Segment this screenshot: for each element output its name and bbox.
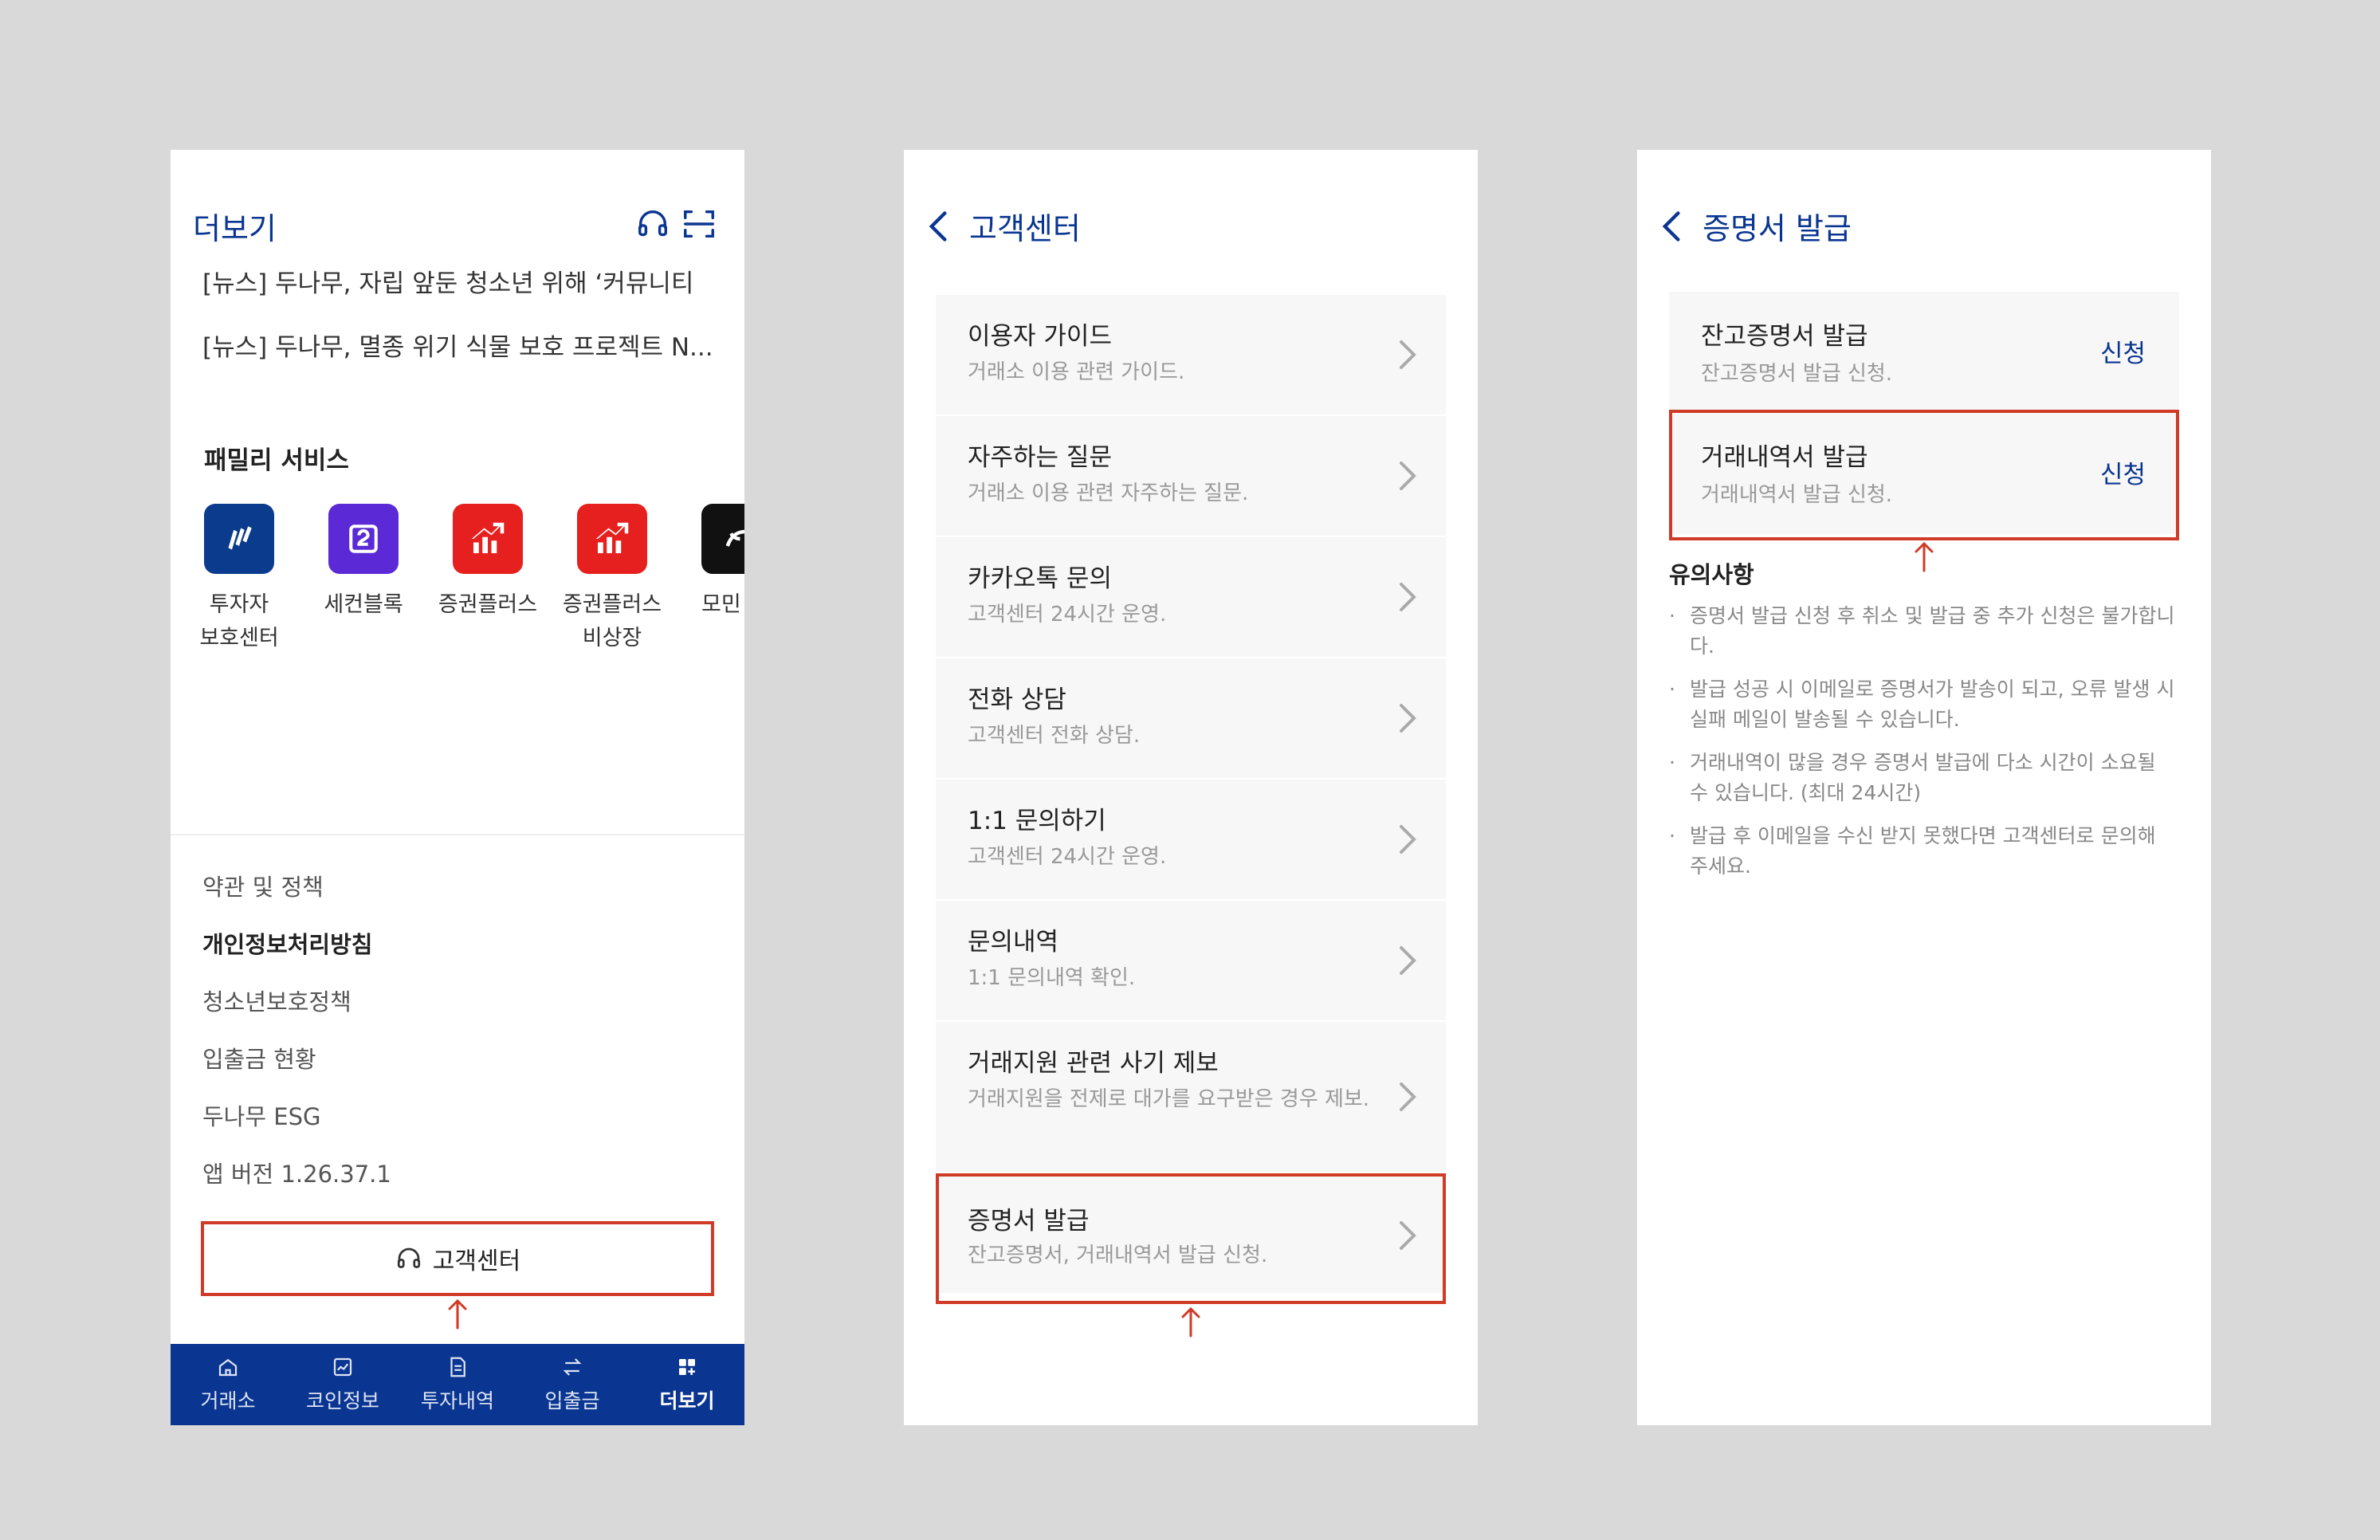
family-item-label: 증권플러스 비상장 [562,592,662,650]
menu-item-kakaotalk[interactable]: 카카오톡 문의 고객센터 24시간 운영. [936,537,1446,657]
family-item-label: 투자자 보호센터 [199,592,279,650]
menu-item-inquiry-history[interactable]: 문의내역 1:1 문의내역 확인. [936,901,1446,1020]
menu-item-title: 자주하는 질문 [968,443,1112,472]
family-item-momin[interactable]: 모민 [681,504,744,622]
certificate-title: 잔고증명서 발급 [1701,322,1868,351]
menu-item-subtitle: 고객센터 전화 상담. [968,724,1141,748]
page-header: 증명서 발급 [1656,204,1852,248]
privacy-policy-link[interactable]: 개인정보처리방침 [202,926,372,960]
investor-protection-logo-icon [204,504,274,574]
headset-icon[interactable] [634,206,671,242]
page-header: 고객센터 [923,204,1081,248]
menu-item-subtitle: 거래소 이용 관련 자주하는 질문. [968,481,1249,505]
chart-icon [333,1357,352,1377]
certificate-screen: 증명서 발급 잔고증명서 발급 잔고증명서 발급 신청. 신청 거래내역서 발급… [1637,150,2211,1425]
family-item-stockplus[interactable]: 증권플러스 [432,504,544,622]
notice-item: · 발급 후 이메일을 수신 받지 못했다면 고객센터로 문의해 주세요. [1669,824,2156,878]
esg-link[interactable]: 두나무 ESG [202,1098,320,1132]
chevron-right-icon [1398,823,1417,855]
notice-item: · 발급 성공 시 이메일로 증명서가 발송이 되고, 오류 발생 시 실패 메일… [1669,678,2175,731]
family-item-label: 모민 [701,592,741,617]
page-title: 증명서 발급 [1703,211,1852,246]
menu-item-fraud-report[interactable]: 거래지원 관련 사기 제보 거래지원을 전제로 대가를 요구받은 경우 제보. [936,1022,1446,1172]
notice-item: · 증명서 발급 신청 후 취소 및 발급 중 추가 신청은 불가합니다. [1669,604,2175,658]
news-item[interactable]: [뉴스] 두나무, 멸종 위기 식물 보호 프로젝트 N... [202,327,729,363]
arrow-up-icon [446,1298,469,1330]
chevron-right-icon [1398,1081,1417,1113]
home-icon [218,1358,238,1377]
nav-label: 입출금 [544,1389,600,1412]
nav-coin-info[interactable]: 코인정보 [285,1344,400,1425]
highlight-box [201,1221,714,1296]
stockplus-unlisted-logo-icon [577,504,647,574]
page-title: 고객센터 [969,211,1081,246]
scan-icon[interactable] [681,206,717,242]
highlight-box [1669,410,2179,540]
menu-item-subtitle: 거래소 이용 관련 가이드. [968,360,1185,384]
nav-label: 더보기 [659,1389,715,1412]
nav-label: 거래소 [200,1389,256,1412]
chevron-right-icon [1398,945,1417,976]
customer-center-screen: 고객센터 이용자 가이드 거래소 이용 관련 가이드. 자주하는 질문 거래소 … [904,150,1478,1425]
certificate-subtitle: 잔고증명서 발급 신청. [1701,362,1893,386]
nav-deposit-withdraw[interactable]: 입출금 [515,1344,630,1425]
back-arrow-icon[interactable] [1656,209,1688,244]
menu-item-title: 거래지원 관련 사기 제보 [968,1049,1219,1078]
document-icon [450,1357,465,1377]
menu-item-subtitle: 고객센터 24시간 운영. [968,603,1167,627]
family-item-label: 증권플러스 [438,592,538,617]
bottom-nav: 거래소 코인정보 투자내역 입출금 더보기 [171,1344,744,1425]
momin-logo-icon [701,504,744,574]
nav-investments[interactable]: 투자내역 [400,1344,515,1425]
nav-more[interactable]: 더보기 [630,1344,744,1425]
page-title: 더보기 [193,211,277,246]
app-version: 앱 버전 1.26.37.1 [202,1161,391,1188]
menu-item-subtitle: 고객센터 24시간 운영. [968,845,1167,869]
menu-item-subtitle: 1:1 문의내역 확인. [968,966,1136,990]
menu-item-subtitle: 거래지원을 전제로 대가를 요구받은 경우 제보. [968,1087,1370,1111]
certificate-balance-row: 잔고증명서 발급 잔고증명서 발급 신청. 신청 [1669,292,2179,413]
back-arrow-icon[interactable] [923,209,955,244]
menu-item-phone[interactable]: 전화 상담 고객센터 전화 상담. [936,658,1446,778]
terms-policy-link[interactable]: 약관 및 정책 [202,869,324,902]
menu-item-title: 카카오톡 문의 [968,564,1112,593]
menu-item-title: 이용자 가이드 [968,322,1112,351]
notice-item: · 거래내역이 많을 경우 증명서 발급에 다소 시간이 소요될 수 있습니다. … [1669,751,2156,804]
arrow-up-icon [1912,540,1936,572]
chevron-right-icon [1398,460,1417,492]
highlight-box [936,1173,1446,1304]
family-item-investor-protection[interactable]: 투자자 보호센터 [183,504,295,655]
notice-title: 유의사항 [1669,561,1754,588]
nav-label: 투자내역 [420,1389,494,1412]
menu-item-one-on-one[interactable]: 1:1 문의하기 고객센터 24시간 운영. [936,780,1446,899]
chevron-right-icon [1398,581,1417,613]
divider [171,834,744,835]
family-item-stockplus-unlisted[interactable]: 증권플러스 비상장 [556,504,668,655]
transfer-icon [563,1358,582,1376]
youth-protection-link[interactable]: 청소년보호정책 [202,984,352,1017]
apply-button[interactable]: 신청 [2100,333,2146,369]
news-item[interactable]: [뉴스] 두나무, 자립 앞둔 청소년 위해 ‘커뮤니티 [202,263,729,299]
nav-label: 코인정보 [305,1389,379,1412]
chevron-right-icon [1398,702,1417,734]
menu-item-title: 문의내역 [968,928,1059,957]
stockplus-logo-icon [453,504,523,574]
family-item-secondblock[interactable]: 세컨블록 [308,504,419,622]
arrow-up-icon [1179,1306,1203,1338]
menu-item-title: 1:1 문의하기 [968,807,1106,835]
more-screen: 더보기 [뉴스] 두나무, 자립 앞둔 청소년 위해 ‘커뮤니티 [뉴스] 두나… [171,150,744,1425]
menu-item-faq[interactable]: 자주하는 질문 거래소 이용 관련 자주하는 질문. [936,416,1446,536]
secondblock-logo-icon [328,504,399,574]
menu-item-user-guide[interactable]: 이용자 가이드 거래소 이용 관련 가이드. [936,295,1446,414]
chevron-right-icon [1398,339,1417,371]
family-item-label: 세컨블록 [324,592,403,617]
grid-icon [679,1359,695,1375]
family-service-title: 패밀리 서비스 [204,446,349,475]
deposit-status-link[interactable]: 입출금 현황 [202,1041,316,1074]
nav-exchange[interactable]: 거래소 [171,1344,285,1425]
menu-item-title: 전화 상담 [968,686,1066,714]
